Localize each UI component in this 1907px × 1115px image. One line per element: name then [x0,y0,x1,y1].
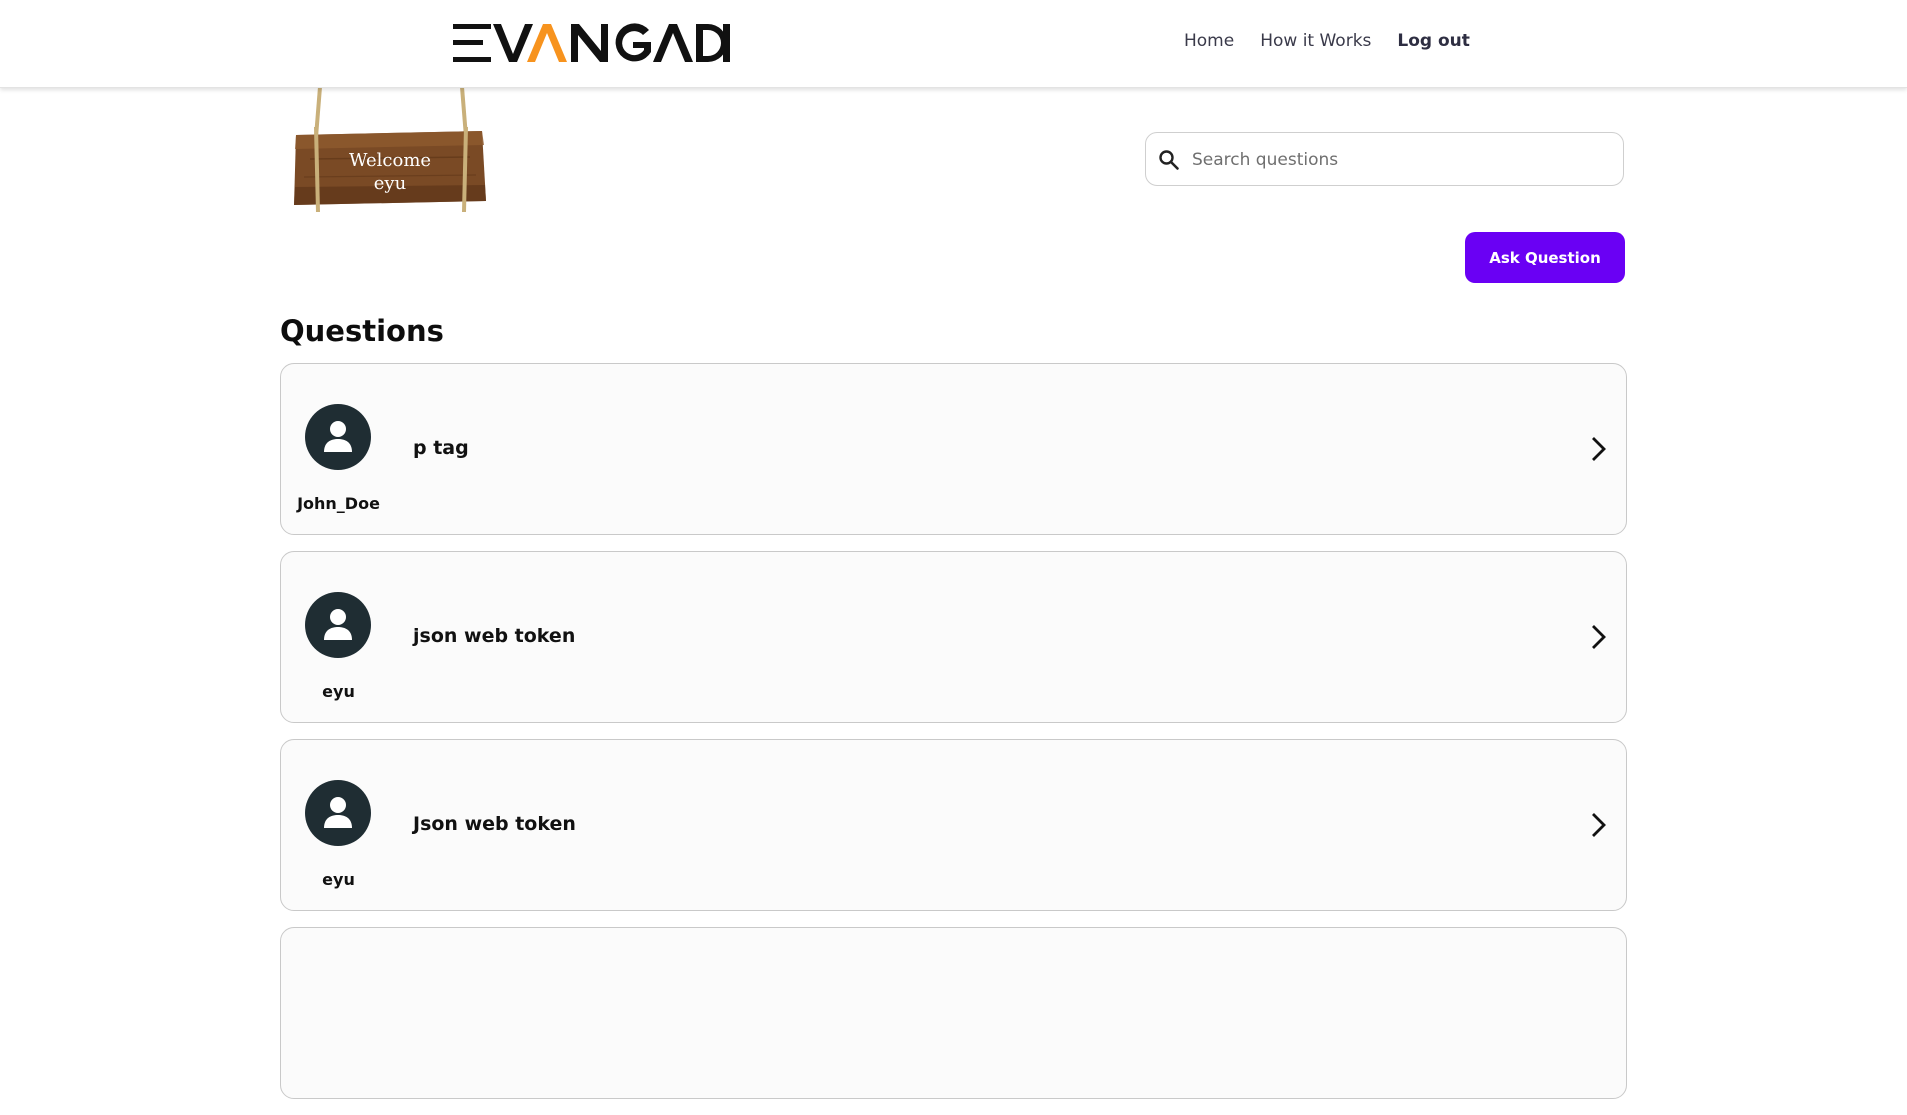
question-card[interactable]: John_Doe p tag [280,363,1627,535]
question-card[interactable]: eyu Json web token [280,739,1627,911]
nav-how-it-works-link[interactable]: How it Works [1260,31,1371,51]
main-nav: Home How it Works Log out [1184,31,1470,51]
site-header: Home How it Works Log out [0,0,1907,88]
search-icon [1159,150,1179,170]
search-input[interactable] [1190,141,1614,179]
search-bar [1145,132,1624,186]
chevron-right-icon[interactable] [1586,622,1610,652]
question-card[interactable] [280,927,1627,1099]
welcome-message: Welcome eyu [290,149,490,195]
logo-wordmark [453,23,730,62]
question-card[interactable]: eyu json web token [280,551,1627,723]
question-author: eyu [322,682,355,701]
ask-question-button[interactable]: Ask Question [1465,232,1625,283]
nav-home-link[interactable]: Home [1184,31,1234,51]
evangadi-logo[interactable] [453,22,730,64]
question-author: eyu [322,870,355,889]
welcome-sign: Welcome eyu [290,87,490,212]
welcome-username: eyu [373,173,407,194]
user-avatar-icon [305,404,371,470]
questions-heading: Questions [280,314,444,348]
question-author: John_Doe [297,494,380,513]
question-list: John_Doe p tag eyu json web token eyu Js… [280,363,1627,1115]
chevron-right-icon[interactable] [1586,810,1610,840]
question-title[interactable]: json web token [413,625,575,647]
welcome-label: Welcome [348,150,432,171]
nav-logout-link[interactable]: Log out [1397,31,1470,51]
user-avatar-icon [305,780,371,846]
chevron-right-icon[interactable] [1586,434,1610,464]
question-title[interactable]: p tag [413,437,469,459]
question-title[interactable]: Json web token [413,813,576,835]
user-avatar-icon [305,592,371,658]
